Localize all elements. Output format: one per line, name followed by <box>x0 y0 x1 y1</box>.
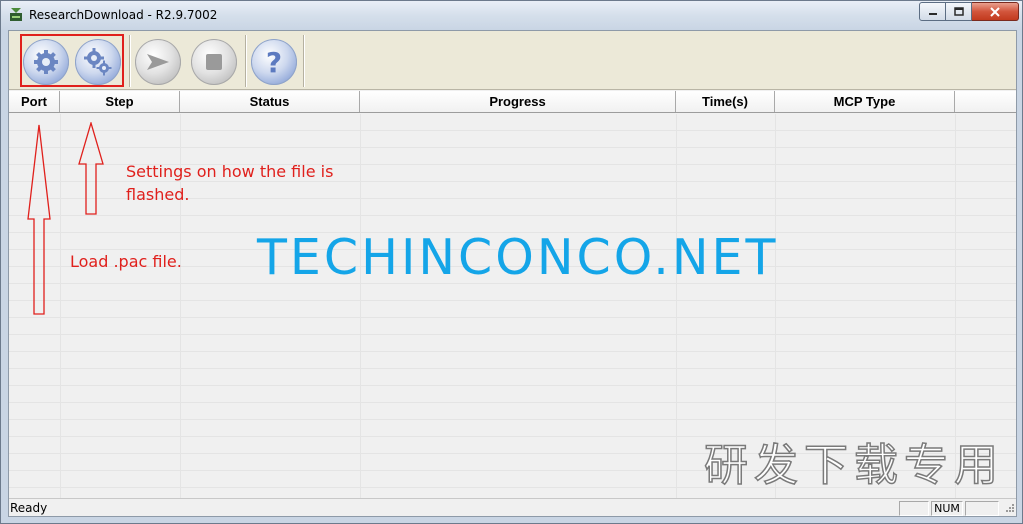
maximize-icon <box>953 7 964 16</box>
help-icon: ? <box>265 45 283 79</box>
column-line <box>676 114 677 498</box>
port-list[interactable]: Settings on how the file is flashed. Loa… <box>9 114 1016 498</box>
close-icon <box>990 6 1000 17</box>
toolbar: ? <box>9 31 1016 90</box>
watermark-logo: TECHINCONCO.NET <box>257 229 779 286</box>
arrow-up-icon <box>78 122 104 215</box>
title-bar[interactable]: ResearchDownload - R2.9.7002 <box>1 1 1022 30</box>
arrow-up-icon <box>27 124 51 315</box>
column-time[interactable]: Time(s) <box>676 91 775 112</box>
window-title: ResearchDownload - R2.9.7002 <box>29 8 218 22</box>
stop-icon <box>206 54 222 70</box>
status-text: Ready <box>10 501 48 515</box>
column-line <box>360 114 361 498</box>
row-line <box>9 130 1016 131</box>
column-port[interactable]: Port <box>9 91 60 112</box>
play-arrow-icon <box>147 54 169 70</box>
table-header: Port Step Status Progress Time(s) MCP Ty… <box>9 91 1016 113</box>
highlight-box <box>20 34 124 87</box>
toolbar-separator <box>303 35 305 87</box>
row-line <box>9 215 1016 216</box>
status-panel-caps <box>899 501 929 516</box>
app-icon <box>10 8 22 21</box>
column-step[interactable]: Step <box>60 91 180 112</box>
stop-download-button[interactable] <box>191 39 237 85</box>
close-button[interactable] <box>972 2 1019 21</box>
row-line <box>9 334 1016 335</box>
row-line <box>9 300 1016 301</box>
status-bar: Ready NUM <box>9 498 1016 516</box>
load-annotation: Load .pac file. <box>70 252 182 271</box>
start-download-button[interactable] <box>135 39 181 85</box>
row-line <box>9 351 1016 352</box>
column-line <box>60 114 61 498</box>
settings-annotation-line1: Settings on how the file is <box>126 162 334 181</box>
client-area: ? Port Step Status Progress Time(s) MCP … <box>8 30 1017 517</box>
row-line <box>9 402 1016 403</box>
minimize-button[interactable] <box>919 2 946 21</box>
minimize-icon <box>928 12 937 15</box>
status-panel-num: NUM <box>931 501 963 516</box>
maximize-button[interactable] <box>946 2 972 21</box>
settings-annotation-line2: flashed. <box>126 185 190 204</box>
status-panel-scroll <box>965 501 999 516</box>
watermark-cjk: 研发下载专用 <box>703 439 1004 492</box>
row-line <box>9 385 1016 386</box>
column-status[interactable]: Status <box>180 91 360 112</box>
settings-annotation: Settings on how the file is flashed. <box>126 160 333 206</box>
column-empty <box>955 91 1016 112</box>
resize-grip-icon[interactable] <box>1003 502 1015 514</box>
row-line <box>9 368 1016 369</box>
toolbar-separator <box>245 35 247 87</box>
row-line <box>9 147 1016 148</box>
column-mcp-type[interactable]: MCP Type <box>775 91 955 112</box>
column-progress[interactable]: Progress <box>360 91 676 112</box>
window-controls <box>919 2 1019 21</box>
row-line <box>9 317 1016 318</box>
toolbar-separator <box>129 35 131 87</box>
help-button[interactable]: ? <box>251 39 297 85</box>
row-line <box>9 419 1016 420</box>
app-window: ResearchDownload - R2.9.7002 ? Port Step… <box>0 0 1023 524</box>
